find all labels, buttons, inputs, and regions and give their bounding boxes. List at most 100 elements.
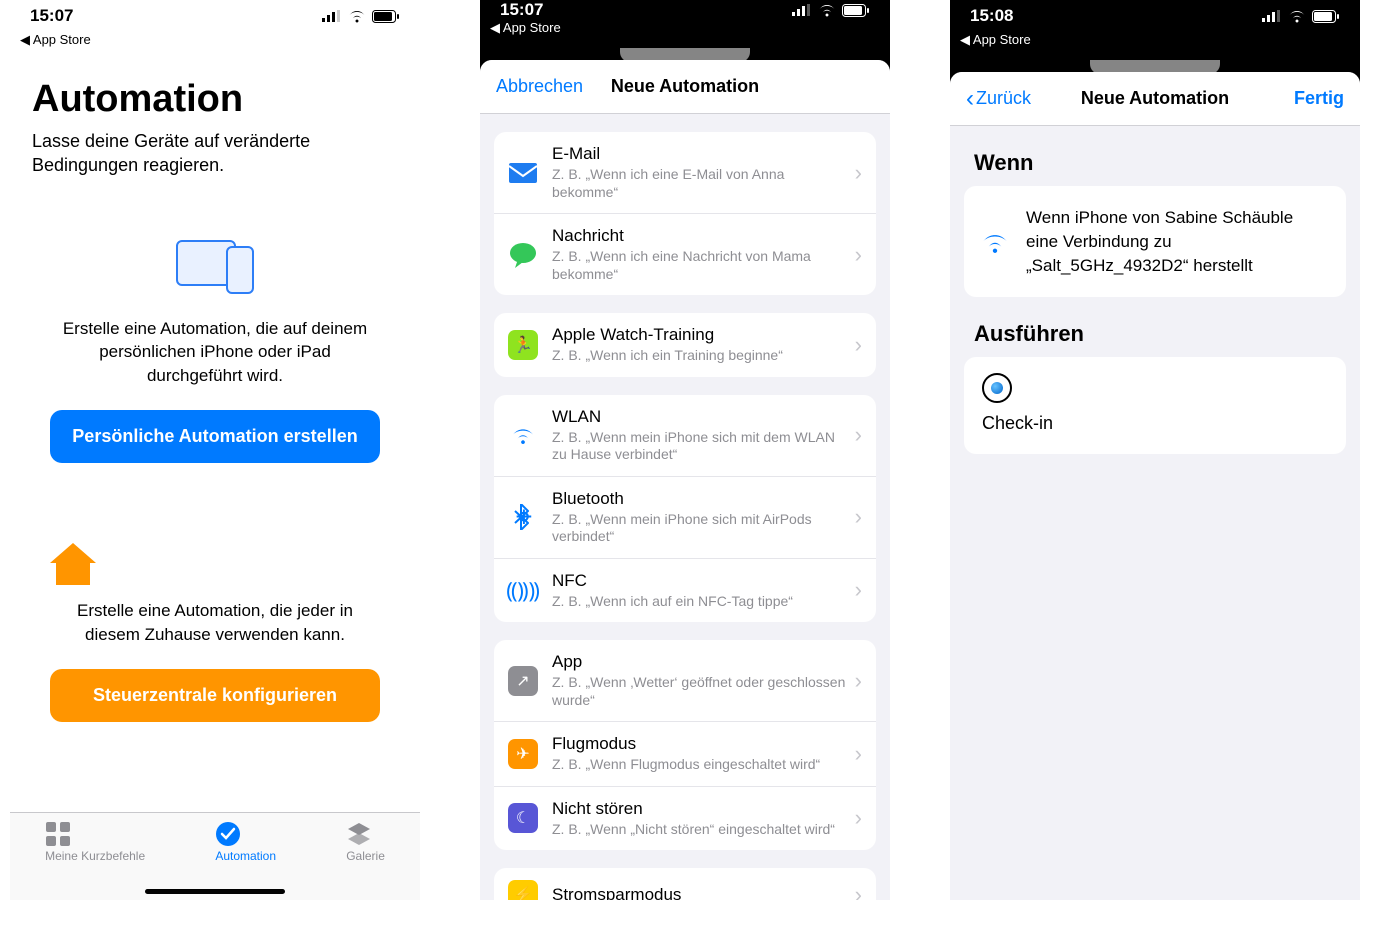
status-bar: 15:07 bbox=[10, 0, 420, 32]
message-icon bbox=[508, 240, 538, 270]
trigger-title: WLAN bbox=[552, 407, 849, 427]
wifi-icon bbox=[508, 420, 538, 450]
personal-automation-card: Erstelle eine Automation, die auf deinem… bbox=[32, 214, 398, 485]
back-button[interactable]: ‹ Zurück bbox=[950, 72, 1047, 125]
trigger-row-nfc[interactable]: ⸨⸩⸩NFCZ. B. „Wenn ich auf ein NFC-Tag ti… bbox=[494, 559, 876, 623]
cancel-button[interactable]: Abbrechen bbox=[480, 60, 599, 113]
trigger-title: E-Mail bbox=[552, 144, 849, 164]
modal-header: ‹ Zurück Neue Automation Fertig bbox=[950, 72, 1360, 126]
trigger-group: 🏃 Apple Watch-Training Z. B. „Wenn ich ein… bbox=[494, 313, 876, 377]
trigger-title: Nicht stören bbox=[552, 799, 849, 819]
home-indicator[interactable] bbox=[145, 889, 285, 894]
status-bar: 15:08 bbox=[950, 0, 1360, 32]
back-to-app[interactable]: ◀︎ App Store bbox=[480, 20, 890, 44]
trigger-subtitle: Z. B. „Wenn ‚Wetter‘ geöffnet oder gesch… bbox=[552, 674, 849, 709]
trigger-row-message[interactable]: NachrichtZ. B. „Wenn ich eine Nachricht … bbox=[494, 214, 876, 295]
trigger-group: ↗ AppZ. B. „Wenn ‚Wetter‘ geöffnet oder g… bbox=[494, 640, 876, 850]
back-label: Zurück bbox=[976, 88, 1031, 109]
trigger-row-dnd[interactable]: ☾ Nicht stören Z. B. „Wenn „Nicht stören“ … bbox=[494, 787, 876, 851]
tab-automation[interactable]: Automation bbox=[215, 821, 276, 863]
trigger-title: Stromsparmodus bbox=[552, 885, 849, 900]
trigger-group: ⚡ Stromsparmodus › bbox=[494, 868, 876, 900]
trigger-title: Bluetooth bbox=[552, 489, 849, 509]
configure-home-button[interactable]: Steuerzentrale konfigurieren bbox=[50, 669, 380, 722]
chevron-right-icon: › bbox=[855, 577, 862, 603]
cellular-icon bbox=[322, 10, 342, 22]
status-time: 15:07 bbox=[500, 0, 543, 20]
tab-label: Meine Kurzbefehle bbox=[45, 849, 145, 863]
battery-icon: ⚡ bbox=[508, 880, 538, 900]
trigger-row-bluetooth[interactable]: ⌖ BluetoothZ. B. „Wenn mein iPhone sich m… bbox=[494, 477, 876, 559]
when-condition-text: Wenn iPhone von Sabine Schäuble eine Ver… bbox=[1026, 206, 1330, 277]
tab-shortcuts[interactable]: Meine Kurzbefehle bbox=[45, 821, 145, 863]
chevron-right-icon: › bbox=[855, 504, 862, 530]
trigger-row-airplane[interactable]: ✈FlugmodusZ. B. „Wenn Flugmodus eingesch… bbox=[494, 722, 876, 787]
page-title: Automation bbox=[32, 78, 398, 121]
trigger-title: App bbox=[552, 652, 849, 672]
stack-icon bbox=[346, 821, 385, 847]
create-personal-automation-button[interactable]: Persönliche Automation erstellen bbox=[50, 410, 380, 463]
wifi-icon bbox=[980, 230, 1010, 254]
sheet-grabber[interactable] bbox=[950, 56, 1360, 68]
bluetooth-icon: ⌖ bbox=[508, 502, 538, 532]
trigger-row-battery[interactable]: ⚡ Stromsparmodus › bbox=[494, 868, 876, 900]
chevron-right-icon: › bbox=[855, 741, 862, 767]
workout-icon: 🏃 bbox=[508, 330, 538, 360]
action-card[interactable]: Check-in bbox=[964, 357, 1346, 454]
wifi-icon bbox=[348, 10, 366, 23]
devices-icon bbox=[170, 236, 260, 298]
status-time: 15:07 bbox=[30, 6, 73, 26]
chevron-right-icon: › bbox=[855, 422, 862, 448]
trigger-subtitle: Z. B. „Wenn mein iPhone sich mit AirPods… bbox=[552, 511, 849, 546]
back-to-app[interactable]: ◀︎ App Store bbox=[10, 32, 420, 54]
trigger-row-app[interactable]: ↗ AppZ. B. „Wenn ‚Wetter‘ geöffnet oder g… bbox=[494, 640, 876, 722]
home-icon bbox=[50, 543, 380, 585]
back-to-app[interactable]: ◀︎ App Store bbox=[950, 32, 1360, 56]
trigger-row-mail[interactable]: E-MailZ. B. „Wenn ich eine E-Mail von An… bbox=[494, 132, 876, 214]
airplane-icon: ✈ bbox=[508, 739, 538, 769]
sheet-grabber[interactable] bbox=[480, 44, 890, 56]
dnd-icon: ☾ bbox=[508, 803, 538, 833]
screen-automation-summary: 15:08 ◀︎ App Store ‹ Zurück Neue Automat… bbox=[950, 0, 1360, 900]
battery-icon bbox=[842, 4, 870, 17]
trigger-title: Apple Watch-Training bbox=[552, 325, 849, 345]
chevron-right-icon: › bbox=[855, 242, 862, 268]
chevron-right-icon: › bbox=[855, 882, 862, 900]
chevron-right-icon: › bbox=[855, 332, 862, 358]
trigger-list[interactable]: E-MailZ. B. „Wenn ich eine E-Mail von An… bbox=[480, 114, 890, 900]
clock-check-icon bbox=[215, 821, 276, 847]
wifi-icon bbox=[818, 4, 836, 17]
trigger-title: Flugmodus bbox=[552, 734, 849, 754]
trigger-subtitle: Z. B. „Wenn „Nicht stören“ eingeschaltet… bbox=[552, 821, 849, 839]
personal-card-desc: Erstelle eine Automation, die auf deinem… bbox=[50, 317, 380, 388]
home-automation-card: Erstelle eine Automation, die jeder in d… bbox=[32, 521, 398, 744]
modal-title: Neue Automation bbox=[1081, 88, 1229, 109]
battery-icon bbox=[1312, 10, 1340, 23]
status-right bbox=[322, 10, 400, 23]
trigger-subtitle: Z. B. „Wenn ich ein Training beginne“ bbox=[552, 347, 849, 365]
trigger-row-workout[interactable]: 🏃 Apple Watch-Training Z. B. „Wenn ich ein… bbox=[494, 313, 876, 377]
app-icon: ↗ bbox=[508, 666, 538, 696]
trigger-row-wifi[interactable]: WLANZ. B. „Wenn mein iPhone sich mit dem… bbox=[494, 395, 876, 477]
mail-icon bbox=[508, 158, 538, 188]
when-condition-card[interactable]: Wenn iPhone von Sabine Schäuble eine Ver… bbox=[964, 186, 1346, 297]
status-bar: 15:07 bbox=[480, 0, 890, 20]
battery-icon bbox=[372, 10, 400, 23]
tab-bar: Meine Kurzbefehle Automation Galerie bbox=[10, 812, 420, 900]
tab-label: Automation bbox=[215, 849, 276, 863]
chevron-right-icon: › bbox=[855, 160, 862, 186]
wifi-icon bbox=[1288, 10, 1306, 23]
checkin-app-icon bbox=[982, 373, 1012, 403]
when-section-label: Wenn bbox=[974, 150, 1336, 176]
chevron-left-icon: ‹ bbox=[966, 85, 974, 113]
status-right bbox=[1262, 10, 1340, 23]
chevron-right-icon: › bbox=[855, 805, 862, 831]
trigger-subtitle: Z. B. „Wenn ich eine E-Mail von Anna bek… bbox=[552, 166, 849, 201]
trigger-subtitle: Z. B. „Wenn ich eine Nachricht von Mama … bbox=[552, 248, 849, 283]
status-right bbox=[792, 4, 870, 17]
done-button[interactable]: Fertig bbox=[1278, 72, 1360, 125]
cellular-icon bbox=[1262, 10, 1282, 22]
tab-gallery[interactable]: Galerie bbox=[346, 821, 385, 863]
trigger-group: E-MailZ. B. „Wenn ich eine E-Mail von An… bbox=[494, 132, 876, 295]
modal-title: Neue Automation bbox=[611, 76, 759, 97]
